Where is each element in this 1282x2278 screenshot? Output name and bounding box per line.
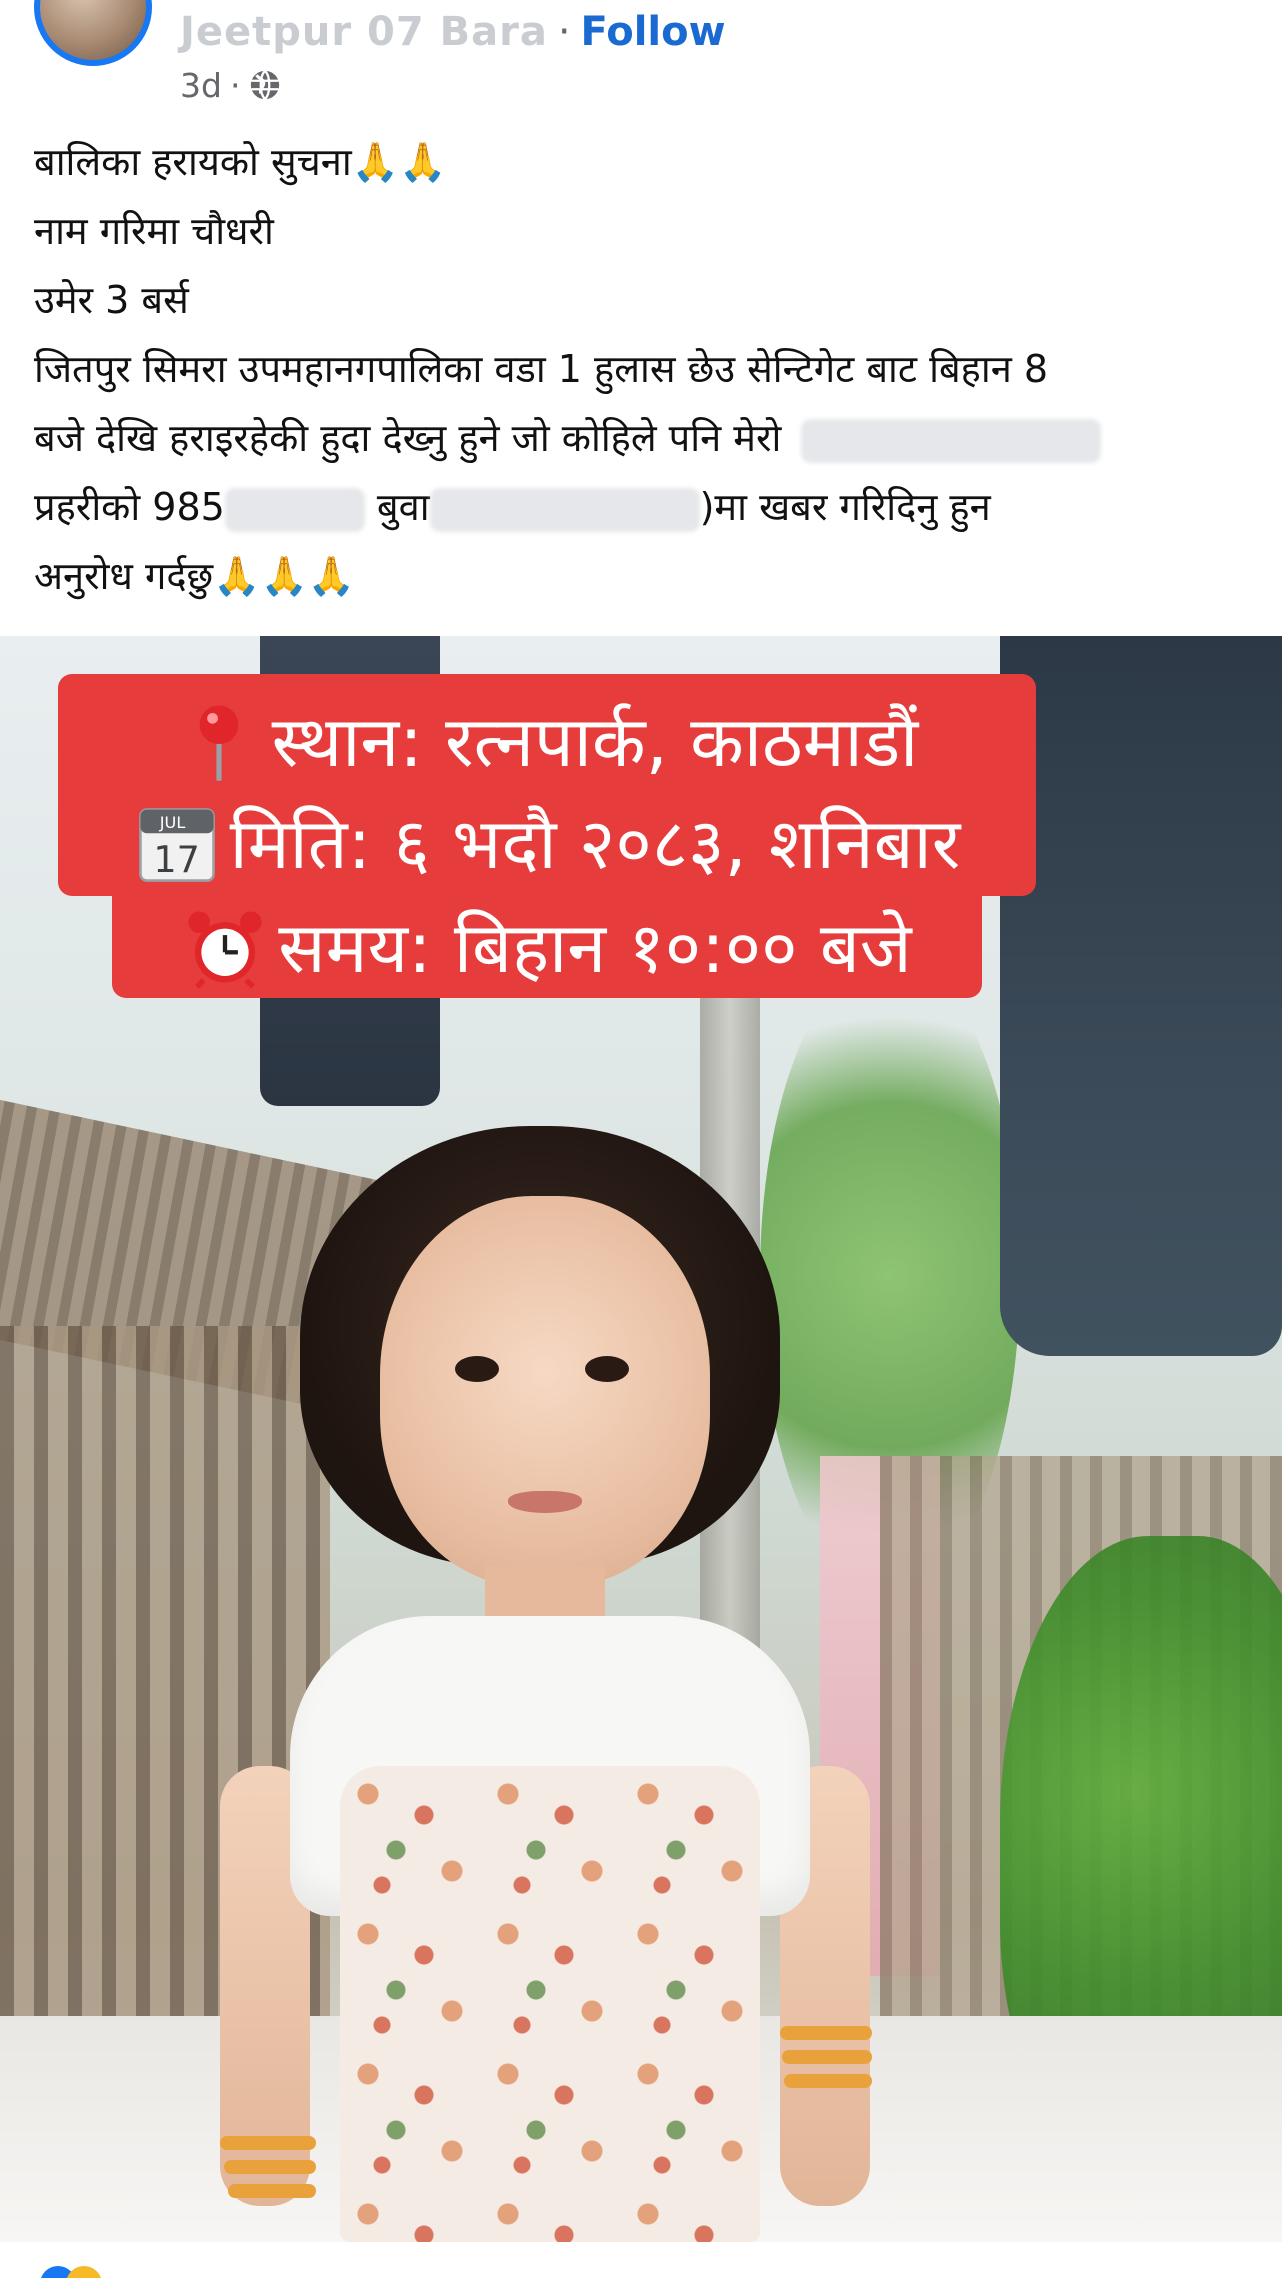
author-avatar[interactable] <box>34 0 152 66</box>
bangle <box>220 2136 316 2150</box>
care-reaction-icon[interactable] <box>66 2266 102 2278</box>
caption-line-location: जितपुर सिमरा उपमहानगपालिका वडा 1 हुलास छ… <box>34 347 1049 391</box>
caption-line-name: नाम गरिमा चौधरी <box>34 209 274 253</box>
globe-icon[interactable] <box>248 68 282 102</box>
caption-contact-father: बुवा <box>376 485 430 529</box>
name-separator: · <box>557 9 571 55</box>
bangle <box>784 2074 872 2088</box>
alarm-clock-icon <box>188 911 262 989</box>
child-mouth <box>508 1491 582 1513</box>
caption-line-missing-since: बजे देखि हराइरहेकी हुदा देख्नु हुने जो क… <box>34 404 1264 473</box>
calendar-day: 17 <box>153 838 200 881</box>
banner-location: स्थान: रत्नपार्क, काठमाडौं <box>58 692 1036 792</box>
calendar-month: JUL <box>158 813 185 832</box>
caption-line-notice: बालिका हरायको सुचना🙏🙏 <box>34 140 447 184</box>
caption-contact-police: प्रहरीको 985 <box>34 485 225 529</box>
redacted-phone-3 <box>429 487 700 532</box>
follow-button[interactable]: Follow <box>581 9 726 55</box>
author-name[interactable]: Jeetpur 07 Bara <box>180 9 548 55</box>
photo-bg-dark-clothes <box>1000 636 1282 1356</box>
post-time[interactable]: 3d <box>180 66 222 105</box>
post-caption: बालिका हरायको सुचना🙏🙏 नाम गरिमा चौधरी उम… <box>34 128 1264 611</box>
post-photo[interactable]: स्थान: रत्नपार्क, काठमाडौं JUL 17 मिति: … <box>0 636 1282 2242</box>
banner-time-text: समय: बिहान १०:०० बजे <box>278 907 912 989</box>
post-meta: 3d · <box>180 62 282 108</box>
facebook-post: Jeetpur 07 Bara · Follow 3d · बालिका हरा… <box>0 0 1282 2278</box>
child-floral-dress <box>340 1766 760 2242</box>
banner-time: समय: बिहान १०:०० बजे <box>112 898 982 998</box>
reactions-strip <box>0 2242 1282 2278</box>
child-eye-left <box>455 1356 499 1382</box>
calendar-icon: JUL 17 <box>138 808 215 882</box>
bangle <box>224 2160 316 2174</box>
caption-line-request: अनुरोध गर्दछु🙏🙏🙏 <box>34 554 356 598</box>
bangle <box>780 2026 872 2040</box>
caption-line-missing-since-text: बजे देखि हराइरहेकी हुदा देख्नु हुने जो क… <box>34 416 782 460</box>
child-eye-right <box>585 1356 629 1382</box>
post-header: Jeetpur 07 Bara · Follow 3d · <box>0 0 1282 120</box>
redacted-phone-2 <box>224 487 365 532</box>
caption-contact-request: )मा खबर गरिदिनु हुन <box>699 485 991 529</box>
caption-line-age: उमेर 3 बर्स <box>34 278 189 322</box>
bangle <box>782 2050 872 2064</box>
round-pushpin-icon <box>199 705 239 781</box>
banner-location-text: स्थान: रत्नपार्क, काठमाडौं <box>271 701 919 783</box>
caption-line-contact: प्रहरीको 985 बुवा )मा खबर गरिदिनु हुन <box>34 473 1264 542</box>
author-line: Jeetpur 07 Bara · Follow <box>180 4 726 60</box>
bangle <box>228 2184 316 2198</box>
meta-separator: · <box>229 65 241 105</box>
banner-date: JUL 17 मिति: ६ भदौ २०८३, शनिबार <box>58 792 1036 896</box>
child-face <box>380 1196 710 1586</box>
redacted-phone-1 <box>801 418 1102 463</box>
photo-child <box>220 1126 900 2242</box>
banner-date-text: मिति: ६ भदौ २०८३, शनिबार <box>229 803 961 885</box>
